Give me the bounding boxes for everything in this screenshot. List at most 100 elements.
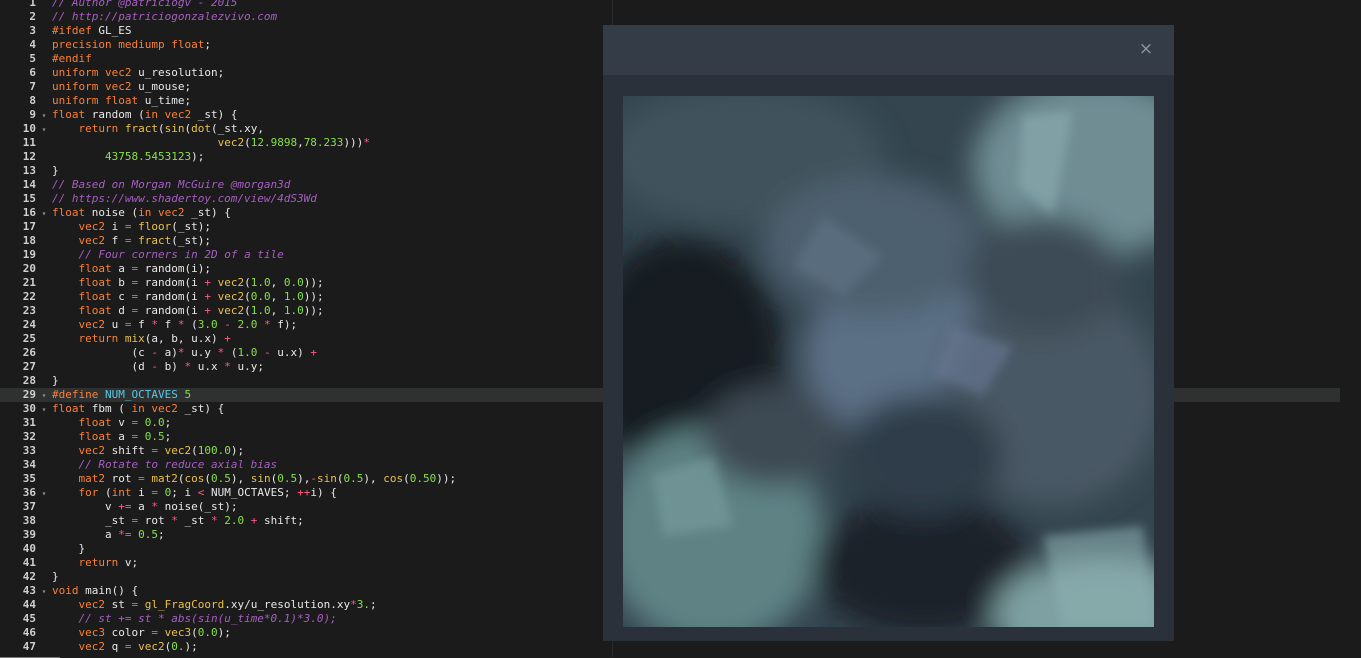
code-text[interactable]: float noise (in vec2 _st) { — [52, 206, 231, 220]
code-text[interactable]: float v = 0.0; — [52, 416, 172, 430]
code-text[interactable]: // Four corners in 2D of a tile — [52, 248, 284, 262]
code-text[interactable]: vec2 shift = vec2(100.0); — [52, 444, 245, 458]
fold-arrow-icon[interactable]: ▾ — [36, 585, 52, 599]
code-text[interactable]: #endif — [52, 52, 92, 66]
code-token: )); — [303, 304, 324, 317]
code-text[interactable]: } — [52, 374, 59, 388]
code-text[interactable]: #ifdef GL_ES — [52, 24, 132, 38]
line-number: 10 — [22, 122, 36, 135]
code-text[interactable]: } — [52, 542, 85, 556]
code-token: ( — [98, 486, 112, 499]
code-token: _st) { — [177, 402, 225, 415]
close-icon[interactable]: × — [1136, 39, 1156, 59]
code-text[interactable]: precision mediump float; — [52, 38, 211, 52]
code-text[interactable]: vec3 color = vec3(0.0); — [52, 626, 231, 640]
code-text[interactable]: mat2 rot = mat2(cos(0.5), sin(0.5),-sin(… — [52, 472, 457, 486]
code-token: float — [52, 402, 86, 415]
code-text[interactable]: float c = random(i + vec2(0.0, 1.0)); — [52, 290, 324, 304]
fold-arrow-icon[interactable]: ▾ — [36, 109, 52, 123]
code-token: ; — [204, 38, 211, 51]
code-token: random ( — [85, 108, 145, 121]
code-text[interactable]: } — [52, 164, 59, 178]
code-token: a — [52, 528, 119, 541]
code-line[interactable]: 2 // http://patriciogonzalezvivo.com — [0, 10, 1340, 24]
code-text[interactable]: uniform vec2 u_mouse; — [52, 80, 191, 94]
code-text[interactable]: // http://patriciogonzalezvivo.com — [52, 10, 277, 24]
code-text[interactable]: _st = rot * _st * 2.0 + shift; — [52, 514, 304, 528]
code-text[interactable]: a *= 0.5; — [52, 528, 165, 542]
code-token: cos — [184, 472, 205, 485]
code-text[interactable]: vec2 q = vec2(0.); — [52, 640, 198, 654]
code-text[interactable]: vec2 f = fract(_st); — [52, 234, 212, 248]
code-token: fbm ( — [85, 402, 132, 415]
code-token: void — [52, 584, 79, 597]
code-token: * — [350, 598, 357, 611]
code-text[interactable]: void main() { — [52, 584, 138, 598]
code-text[interactable]: float b = random(i + vec2(1.0, 0.0)); — [52, 276, 324, 290]
code-token: ( — [191, 444, 198, 457]
code-token: 43758.5453123 — [104, 150, 192, 163]
code-text[interactable]: // Based on Morgan McGuire @morgan3d — [52, 178, 290, 192]
code-text[interactable]: vec2(12.9898,78.233)))* — [52, 136, 370, 150]
fold-arrow-icon[interactable]: ▾ — [36, 487, 52, 501]
code-text[interactable]: } — [52, 570, 59, 584]
code-text[interactable]: vec2 st = gl_FragCoord.xy/u_resolution.x… — [52, 598, 377, 612]
code-text[interactable]: float d = random(i + vec2(1.0, 1.0)); — [52, 304, 324, 318]
code-text[interactable]: for (int i = 0; i < NUM_OCTAVES; ++i) { — [52, 486, 337, 500]
code-text[interactable]: return mix(a, b, u.x) + — [52, 332, 231, 346]
fbm-noise-render — [623, 96, 1154, 627]
code-text[interactable]: // st += st * abs(sin(u_time*0.1)*3.0); — [52, 612, 337, 626]
code-token: = — [124, 318, 132, 331]
line-number: 43 — [22, 584, 36, 597]
code-token: mix — [124, 332, 145, 345]
code-token: f — [131, 318, 152, 331]
line-number: 21 — [22, 276, 36, 289]
code-text[interactable]: float a = 0.5; — [52, 430, 172, 444]
fold-arrow-icon[interactable]: ▾ — [36, 123, 52, 137]
code-text[interactable]: float fbm ( in vec2 _st) { — [52, 402, 224, 416]
code-token: GL_ES — [91, 24, 132, 37]
line-number: 45 — [22, 612, 36, 625]
code-text[interactable]: // Rotate to reduce axial bias — [52, 458, 278, 472]
code-token: vec2 — [217, 276, 245, 289]
code-text[interactable]: vec2 i = floor(_st); — [52, 220, 212, 234]
code-token: // st += st * abs(sin(u_time*0.1)*3.0); — [78, 612, 337, 625]
code-token: gl_FragCoord — [144, 598, 225, 611]
fold-arrow-icon[interactable]: ▾ — [36, 207, 52, 221]
code-text[interactable]: return fract(sin(dot(_st.xy, — [52, 122, 264, 136]
code-text[interactable]: float random (in vec2 _st) { — [52, 108, 237, 122]
code-token: ( — [336, 472, 344, 485]
code-line[interactable]: 1 // Author @patriciogv - 2015 — [0, 0, 1340, 10]
fold-arrow-icon[interactable]: ▾ — [36, 389, 52, 403]
code-text[interactable]: #define NUM_OCTAVES 5 — [52, 388, 191, 402]
code-text[interactable]: // Author @patriciogv - 2015 — [52, 0, 237, 10]
code-text[interactable]: // https://www.shadertoy.com/view/4dS3Wd — [52, 192, 317, 206]
code-text[interactable]: float a = random(i); — [52, 262, 211, 276]
code-text[interactable]: (d - b) * u.x * u.y; — [52, 360, 264, 374]
code-text[interactable]: uniform vec2 u_resolution; — [52, 66, 224, 80]
code-token: 1.0 — [250, 304, 271, 317]
code-token: ( — [177, 472, 185, 485]
code-text[interactable]: 43758.5453123); — [52, 150, 204, 164]
code-token: 1.0 — [283, 304, 304, 317]
fold-arrow-icon[interactable]: ▾ — [36, 403, 52, 417]
code-token: f — [105, 234, 125, 247]
code-token: b) — [157, 360, 185, 373]
code-token: sin — [250, 472, 271, 485]
code-line[interactable]: 47 vec2 q = vec2(0.); — [0, 640, 1340, 654]
line-number: 41 — [22, 556, 36, 569]
code-text[interactable]: uniform float u_time; — [52, 94, 191, 108]
code-text[interactable]: (c - a)* u.y * (1.0 - u.x) + — [52, 346, 317, 360]
code-token: = — [124, 640, 132, 653]
code-text[interactable]: v += a * noise(_st); — [52, 500, 238, 514]
code-text[interactable]: return v; — [52, 556, 139, 570]
line-number: 3 — [29, 24, 36, 37]
code-text[interactable]: vec2 u = f * f * (3.0 - 2.0 * f); — [52, 318, 298, 332]
code-token: sin — [317, 472, 337, 485]
